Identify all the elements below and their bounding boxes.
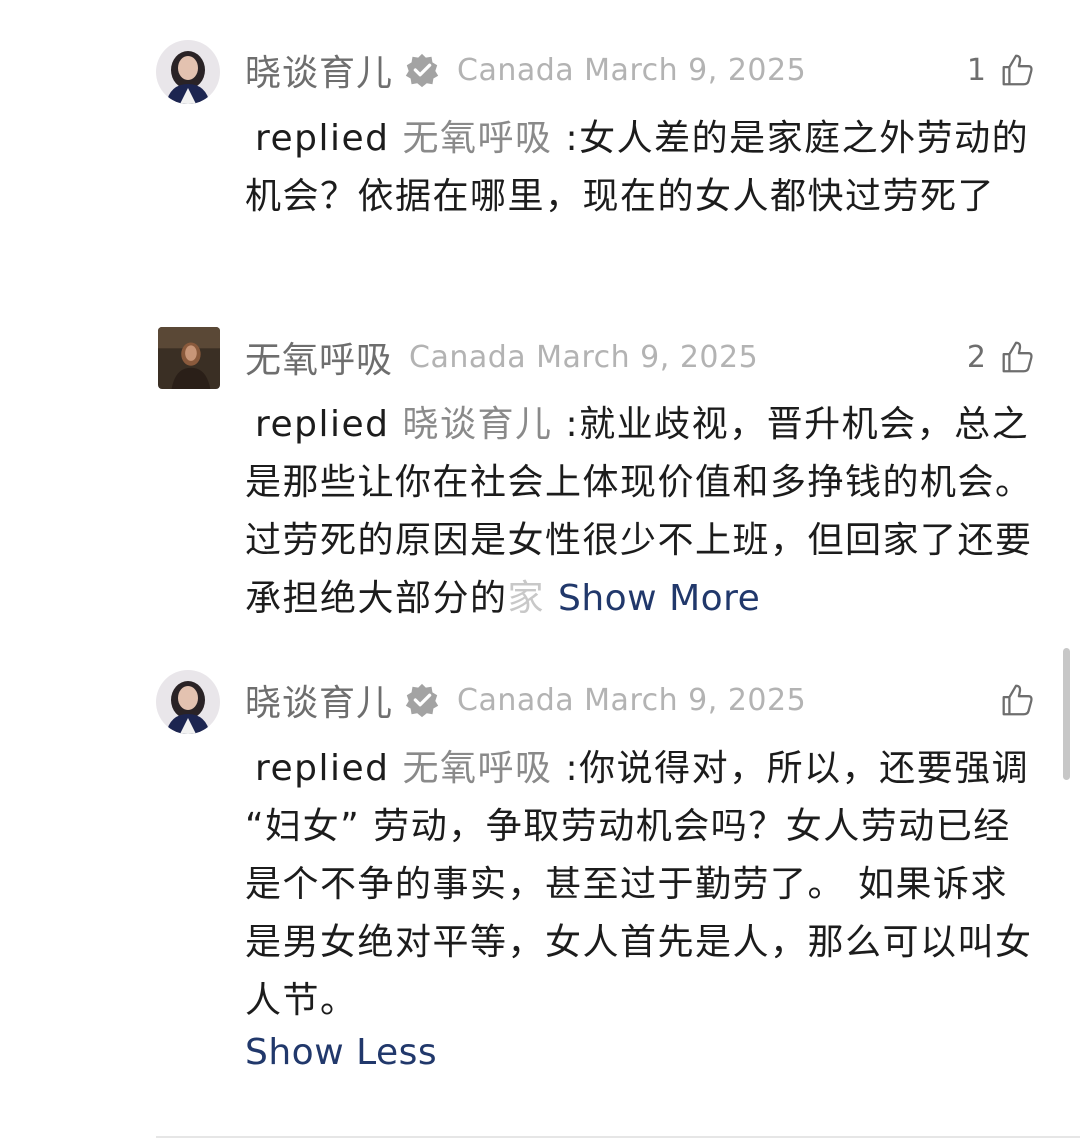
comment-text: replied 晓谈育儿 :就业歧视，晋升机会，总之是那些让你在社会上体现价值和… bbox=[245, 396, 1035, 628]
location: Canada bbox=[457, 682, 575, 718]
thumbs-up-icon[interactable] bbox=[998, 681, 1036, 719]
comment-date: March 9, 2025 bbox=[584, 682, 807, 718]
thumbs-up-icon[interactable] bbox=[998, 51, 1036, 89]
comment-header: 无氧呼吸 Canada March 9, 2025 2 bbox=[245, 327, 1036, 387]
verified-badge-icon bbox=[403, 51, 441, 89]
replied-label: replied bbox=[255, 748, 390, 789]
username[interactable]: 无氧呼吸 bbox=[245, 331, 393, 383]
show-more-link[interactable]: Show More bbox=[558, 578, 760, 619]
comment-date: March 9, 2025 bbox=[536, 339, 759, 375]
comment-date: March 9, 2025 bbox=[584, 52, 807, 88]
comment-header: 晓谈育儿 Canada March 9, 2025 1 bbox=[245, 40, 1036, 100]
replied-label: replied bbox=[255, 404, 390, 445]
comment-text: replied 无氧呼吸 :你说得对，所以，还要强调 “妇女” 劳动，争取劳动机… bbox=[245, 740, 1035, 1030]
location: Canada bbox=[409, 339, 527, 375]
divider bbox=[156, 1136, 1080, 1138]
username[interactable]: 晓谈育儿 bbox=[245, 44, 393, 96]
comment-body-faded: 家 bbox=[507, 578, 546, 619]
like-count: 2 bbox=[966, 339, 986, 375]
reply-target-username[interactable]: 晓谈育儿 bbox=[402, 404, 552, 445]
like-count: 1 bbox=[966, 52, 986, 88]
user-avatar[interactable] bbox=[156, 40, 220, 104]
location: Canada bbox=[457, 52, 575, 88]
reply-target-username[interactable]: 无氧呼吸 bbox=[402, 118, 552, 159]
username[interactable]: 晓谈育儿 bbox=[245, 674, 393, 726]
verified-badge-icon bbox=[403, 681, 441, 719]
user-avatar[interactable] bbox=[156, 670, 220, 734]
comment-text: replied 无氧呼吸 :女人差的是家庭之外劳动的机会？依据在哪里，现在的女人… bbox=[245, 110, 1035, 226]
replied-label: replied bbox=[255, 118, 390, 159]
scrollbar[interactable] bbox=[1063, 648, 1070, 780]
comment-header: 晓谈育儿 Canada March 9, 2025 bbox=[245, 670, 1036, 730]
show-less-link[interactable]: Show Less bbox=[245, 1032, 437, 1073]
thumbs-up-icon[interactable] bbox=[998, 338, 1036, 376]
user-avatar[interactable] bbox=[158, 327, 220, 389]
reply-target-username[interactable]: 无氧呼吸 bbox=[402, 748, 552, 789]
